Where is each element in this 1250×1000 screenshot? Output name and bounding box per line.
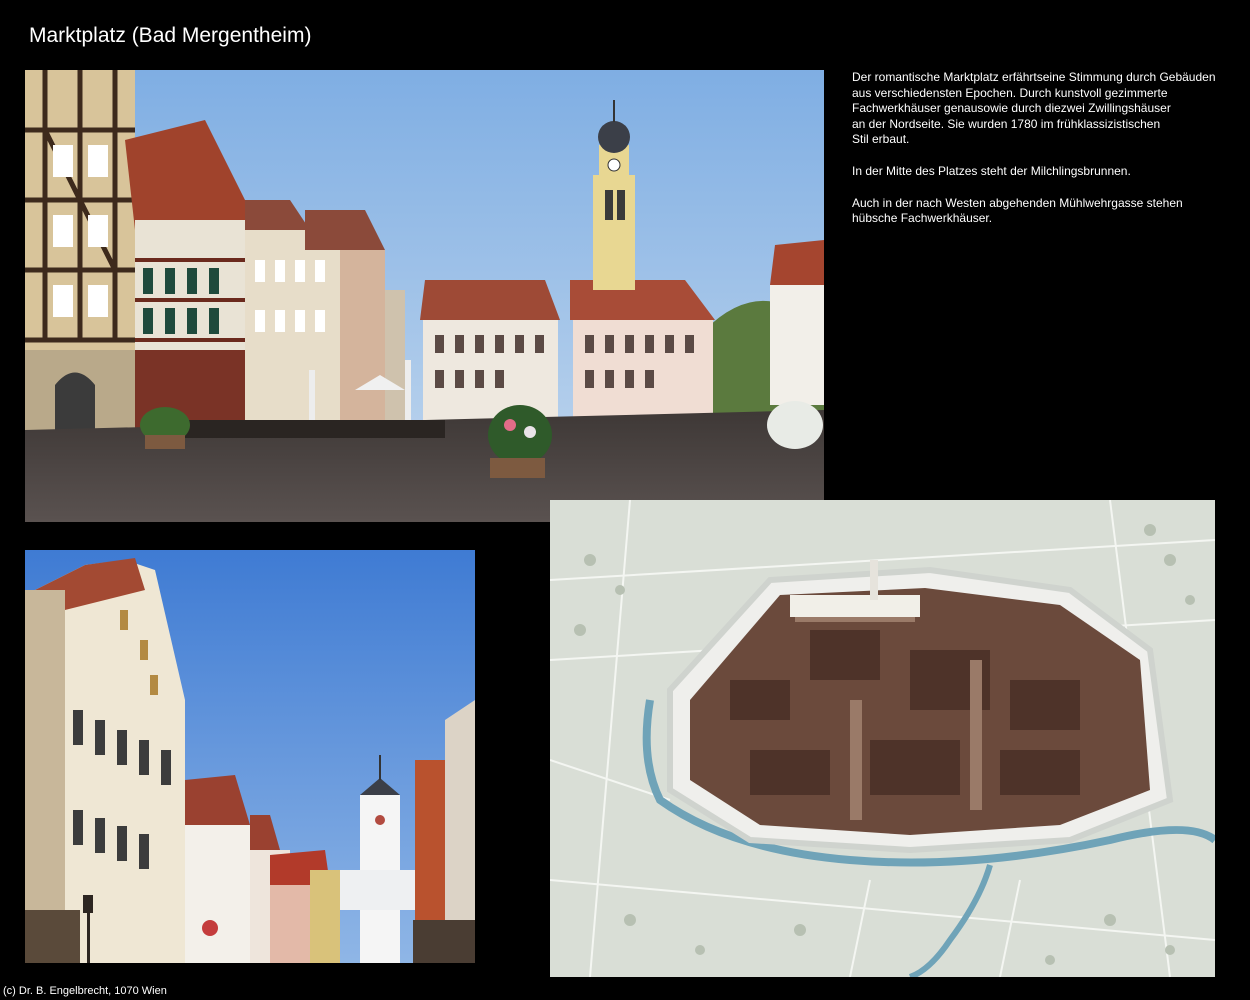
market-square-photo <box>25 70 824 522</box>
description-paragraph: Der romantische Marktplatz erfährtseine … <box>852 70 1216 147</box>
town-model-photo <box>550 500 1215 977</box>
street-photo <box>25 550 475 963</box>
page-title: Marktplatz (Bad Mergentheim) <box>29 24 312 47</box>
description-text: Der romantische Marktplatz erfährtseine … <box>852 70 1232 243</box>
description-paragraph: In der Mitte des Platzes steht der Milch… <box>852 163 1131 178</box>
copyright-footer: (c) Dr. B. Engelbrecht, 1070 Wien <box>3 985 167 997</box>
description-paragraph: Auch in der nach Westen abgehenden Mühlw… <box>852 195 1183 226</box>
